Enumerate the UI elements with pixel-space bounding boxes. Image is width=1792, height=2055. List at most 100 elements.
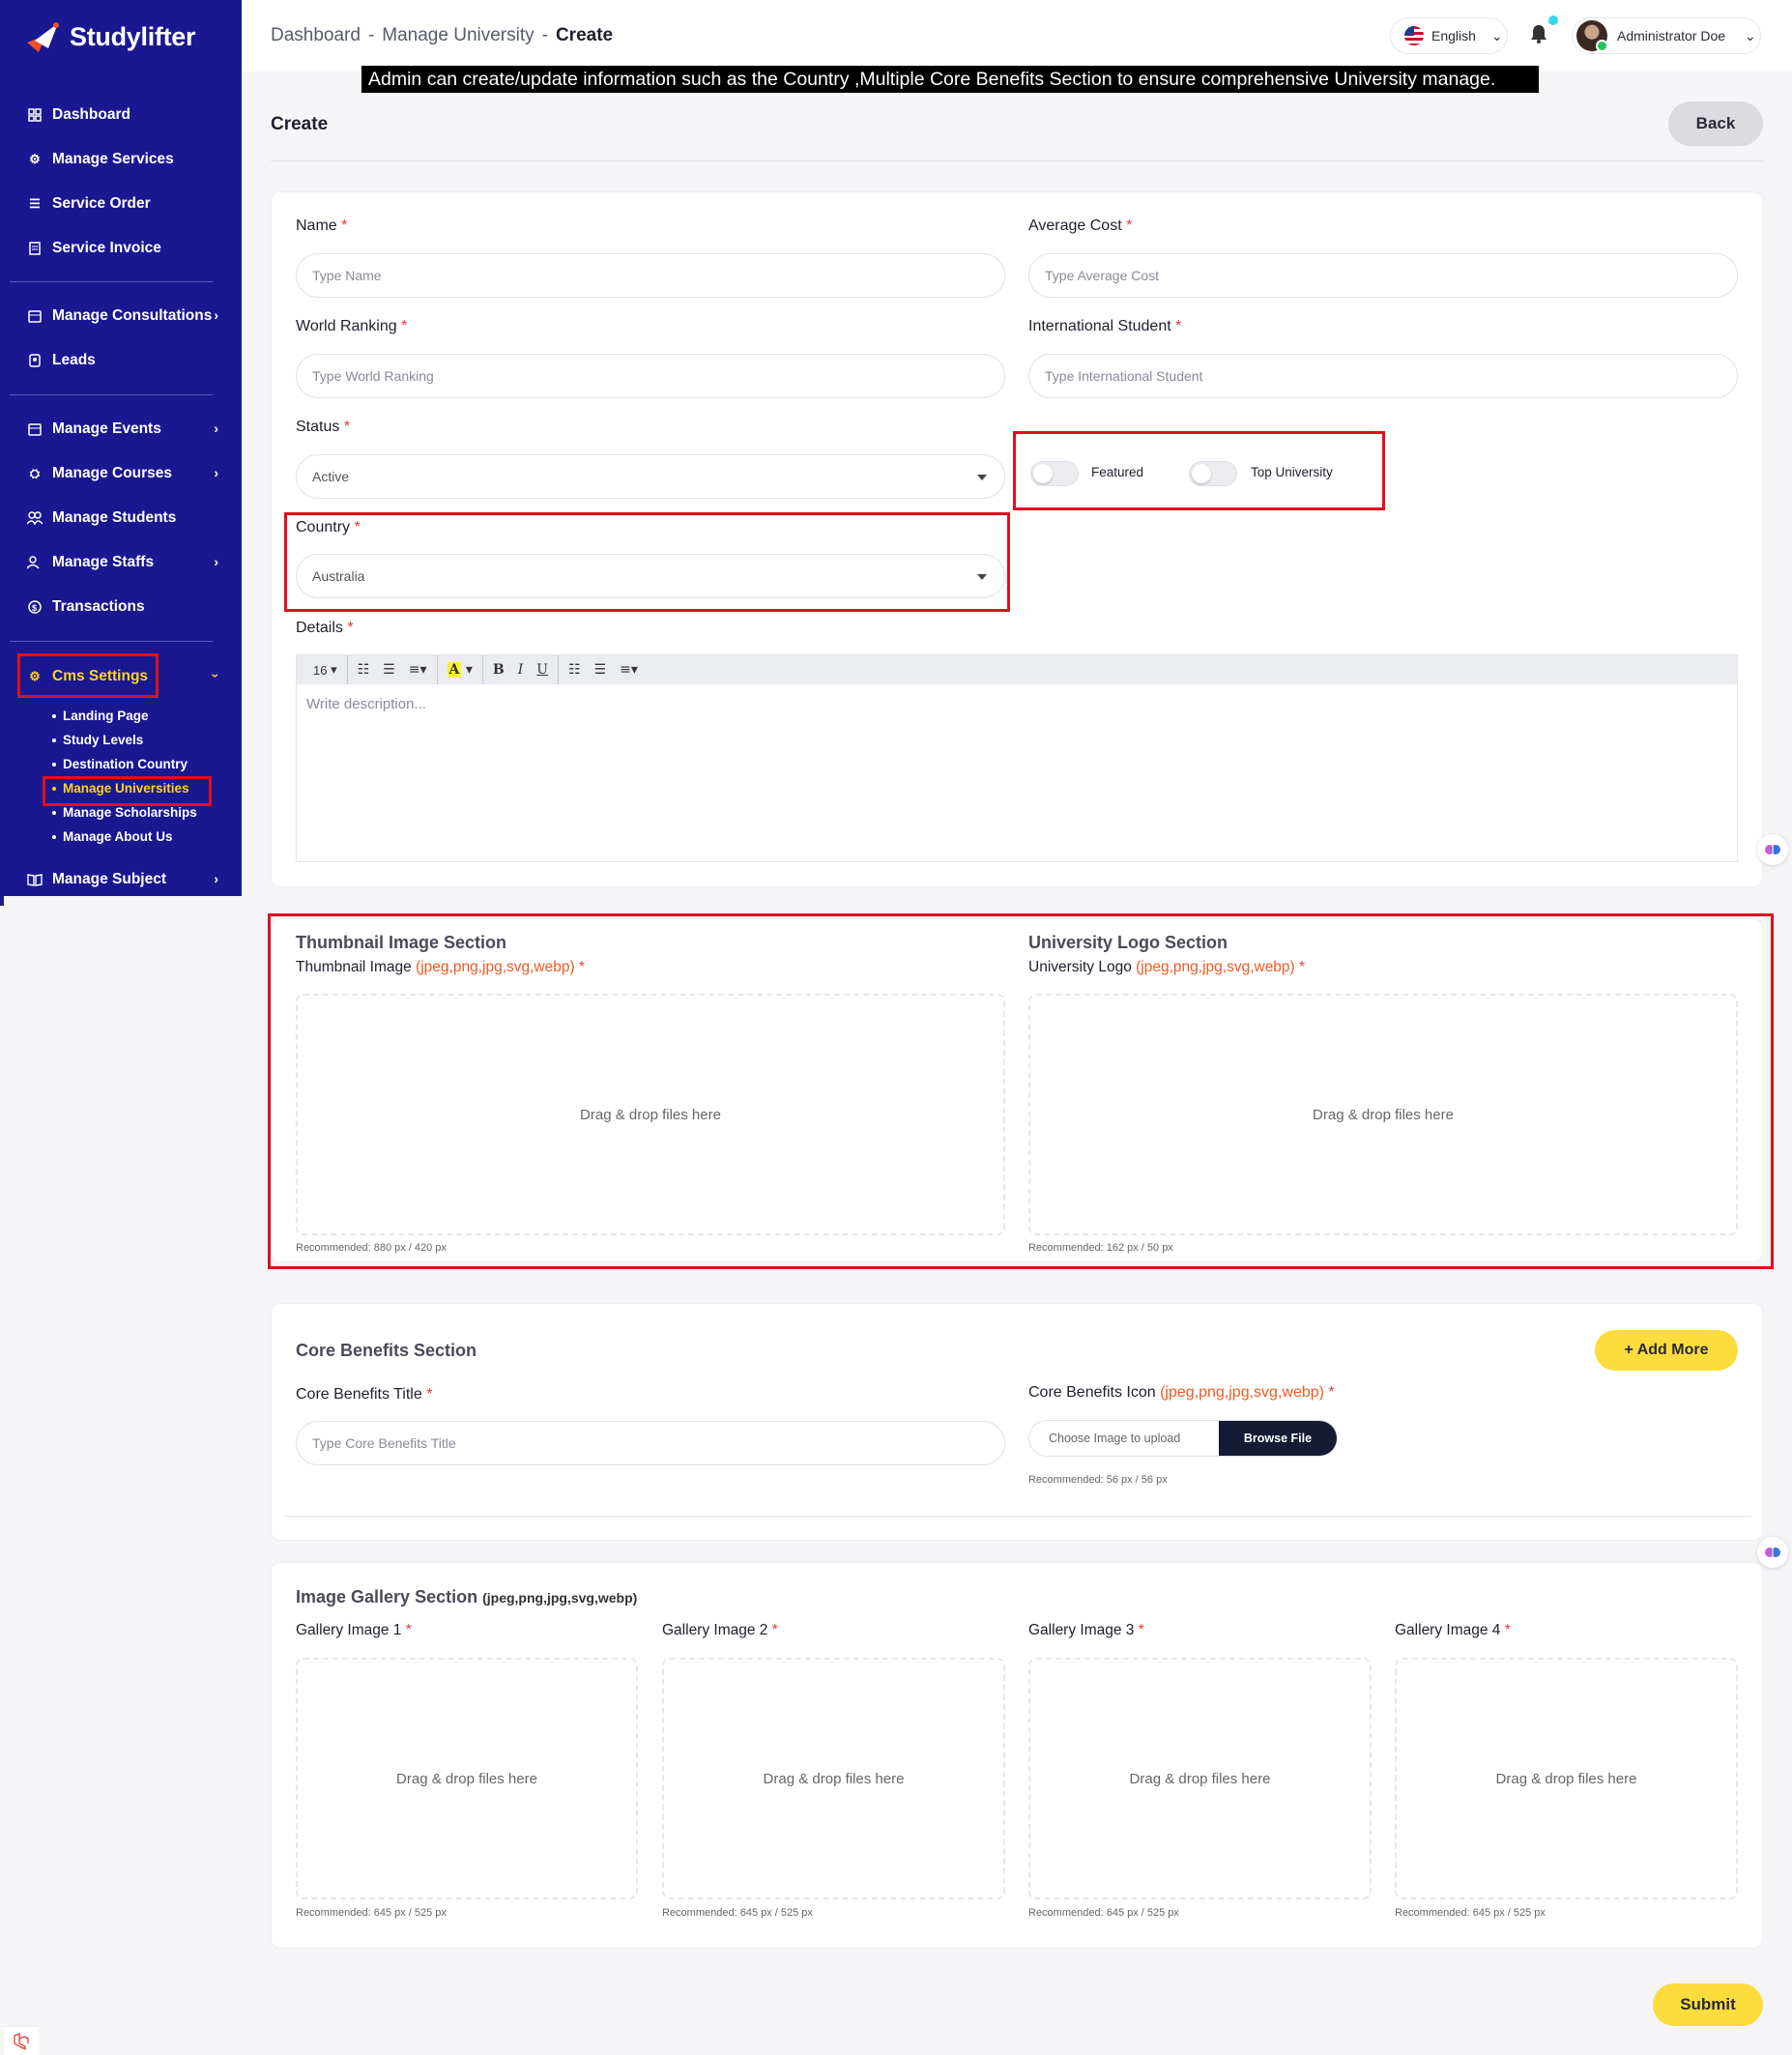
toolbar-separator — [481, 655, 483, 684]
status-value: Active — [312, 469, 350, 484]
submenu-label: Manage Scholarships — [63, 805, 197, 820]
gallery-section-title: Image Gallery Section (jpeg,png,jpg,svg,… — [296, 1587, 638, 1606]
font-size-select[interactable]: 16 ▾ — [306, 655, 344, 684]
gallery-image-3-recommended: Recommended: 645 px / 525 px — [1028, 1907, 1179, 1919]
numbered-list-icon[interactable]: ☰ — [376, 655, 402, 684]
submenu-manage-about-us[interactable]: Manage About Us — [52, 829, 173, 844]
back-button[interactable]: Back — [1668, 101, 1763, 146]
core-benefits-file-input[interactable]: Choose Image to upload Browse File — [1028, 1420, 1338, 1457]
status-label: Status * — [296, 419, 351, 435]
sidebar-item-manage-courses[interactable]: ⛭ Manage Courses › — [27, 462, 232, 485]
submit-button[interactable]: Submit — [1653, 1983, 1763, 2026]
laravel-debug-icon[interactable] — [4, 2026, 39, 2055]
submenu-study-levels[interactable]: Study Levels — [52, 733, 143, 747]
breadcrumb-dashboard[interactable]: Dashboard — [271, 25, 361, 46]
thumbnail-section-title: Thumbnail Image Section — [296, 933, 507, 952]
gallery-image-3-dropzone[interactable]: Drag & drop files here — [1028, 1658, 1372, 1899]
us-flag-icon — [1404, 26, 1424, 45]
bullet-icon — [52, 713, 56, 718]
gallery-image-4-recommended: Recommended: 645 px / 525 px — [1395, 1907, 1546, 1919]
dropzone-text: Drag & drop files here — [1313, 1106, 1454, 1123]
user-menu[interactable]: Administrator Doe ⌄ — [1572, 17, 1761, 54]
notification-bell-icon[interactable] — [1529, 23, 1548, 50]
sidebar: Studylifter Dashboard ⚙ Manage Services … — [0, 0, 242, 896]
world-ranking-label: World Ranking * — [296, 318, 408, 334]
gallery-image-1-dropzone[interactable]: Drag & drop files here — [296, 1658, 638, 1899]
sidebar-item-leads[interactable]: Leads — [27, 349, 96, 372]
chevron-right-icon: › — [214, 465, 218, 480]
sidebar-item-service-invoice[interactable]: Service Invoice — [27, 237, 161, 260]
breadcrumb-separator: - — [367, 25, 375, 45]
sidebar-divider — [10, 394, 213, 395]
bold-icon[interactable]: B — [486, 655, 511, 684]
brain-helper-icon[interactable] — [1757, 834, 1788, 865]
breadcrumb-manage-university[interactable]: Manage University — [382, 25, 534, 46]
bullet-list-icon[interactable]: ☷ — [351, 655, 377, 684]
details-editor[interactable]: 16 ▾ ☷ ☰ ≡▾ A ▾ B I U ☷ ☰ ≡▾ Write descr… — [296, 654, 1738, 862]
name-input[interactable] — [296, 253, 1005, 298]
highlight-manage-universities — [43, 776, 212, 806]
sidebar-item-manage-subject[interactable]: Manage Subject › — [27, 868, 232, 891]
browse-file-button[interactable]: Browse File — [1219, 1421, 1337, 1456]
highlight-cms-settings — [17, 653, 159, 698]
average-cost-input[interactable] — [1028, 253, 1738, 298]
submenu-label: Study Levels — [63, 733, 144, 747]
language-selector[interactable]: English ⌄ — [1390, 17, 1508, 54]
breadcrumb-current: Create — [555, 25, 614, 45]
international-student-input[interactable] — [1028, 354, 1738, 398]
chevron-down-icon: ⌄ — [1490, 27, 1503, 43]
app-logo[interactable]: Studylifter — [25, 19, 196, 54]
submenu-manage-scholarships[interactable]: Manage Scholarships — [52, 805, 197, 820]
brain-helper-icon[interactable] — [1757, 1537, 1788, 1568]
chevron-right-icon: › — [214, 554, 218, 569]
sidebar-item-label: Manage Services — [52, 151, 174, 167]
dropzone-text: Drag & drop files here — [396, 1770, 537, 1787]
gallery-image-2-dropzone[interactable]: Drag & drop files here — [662, 1658, 1005, 1899]
underline-icon[interactable]: U — [530, 655, 555, 684]
align-icon[interactable]: ≡▾ — [402, 655, 434, 684]
sidebar-item-dashboard[interactable]: Dashboard — [27, 103, 130, 127]
add-more-button[interactable]: + Add More — [1595, 1330, 1738, 1371]
unordered-list-icon[interactable]: ☷ — [562, 655, 588, 684]
chevron-right-icon: › — [214, 871, 218, 886]
status-select[interactable]: Active — [296, 454, 1005, 499]
sidebar-item-manage-staffs[interactable]: Manage Staffs › — [27, 551, 232, 574]
sidebar-item-service-order[interactable]: ☰ Service Order — [27, 192, 151, 216]
gallery-image-1-recommended: Recommended: 645 px / 525 px — [296, 1907, 447, 1919]
sidebar-item-label: Manage Consultations — [52, 307, 213, 324]
paragraph-align-icon[interactable]: ≡▾ — [613, 655, 645, 684]
text-color-icon[interactable]: A ▾ — [441, 655, 479, 684]
submenu-landing-page[interactable]: Landing Page — [52, 709, 149, 723]
gallery-image-2-label: Gallery Image 2 * — [662, 1622, 778, 1638]
sidebar-item-manage-students[interactable]: Manage Students — [27, 507, 176, 530]
logo-dropzone[interactable]: Drag & drop files here — [1028, 994, 1738, 1235]
name-label: Name * — [296, 217, 348, 234]
sidebar-item-transactions[interactable]: $ Transactions — [27, 595, 145, 619]
svg-text:$: $ — [32, 603, 37, 613]
sidebar-item-manage-events[interactable]: Manage Events › — [27, 418, 232, 441]
lead-icon — [27, 353, 43, 368]
dropzone-text: Drag & drop files here — [580, 1106, 721, 1123]
avatar — [1576, 20, 1608, 52]
sidebar-item-manage-services[interactable]: ⚙ Manage Services — [27, 148, 174, 171]
info-banner: Admin can create/update information such… — [361, 66, 1539, 93]
bullet-icon — [52, 834, 56, 839]
highlight-country — [284, 512, 1010, 612]
world-ranking-input[interactable] — [296, 354, 1005, 398]
gallery-image-2-recommended: Recommended: 645 px / 525 px — [662, 1907, 813, 1919]
transaction-icon: $ — [27, 599, 43, 615]
thumbnail-dropzone[interactable]: Drag & drop files here — [296, 994, 1005, 1235]
gallery-image-4-label: Gallery Image 4 * — [1395, 1622, 1511, 1638]
submenu-destination-country[interactable]: Destination Country — [52, 757, 188, 771]
gallery-image-4-dropzone[interactable]: Drag & drop files here — [1395, 1658, 1738, 1899]
ordered-list-icon[interactable]: ☰ — [588, 655, 614, 684]
logo-text: Studylifter — [70, 21, 196, 51]
students-icon — [27, 510, 43, 526]
sidebar-item-manage-consultations[interactable]: Manage Consultations › — [27, 304, 232, 328]
event-calendar-icon — [27, 421, 43, 437]
italic-icon[interactable]: I — [511, 655, 531, 684]
chevron-down-icon: › — [208, 673, 224, 679]
core-benefits-title-input[interactable] — [296, 1421, 1005, 1465]
core-benefits-recommended: Recommended: 56 px / 56 px — [1028, 1474, 1168, 1486]
thumbnail-recommended: Recommended: 880 px / 420 px — [296, 1242, 447, 1254]
